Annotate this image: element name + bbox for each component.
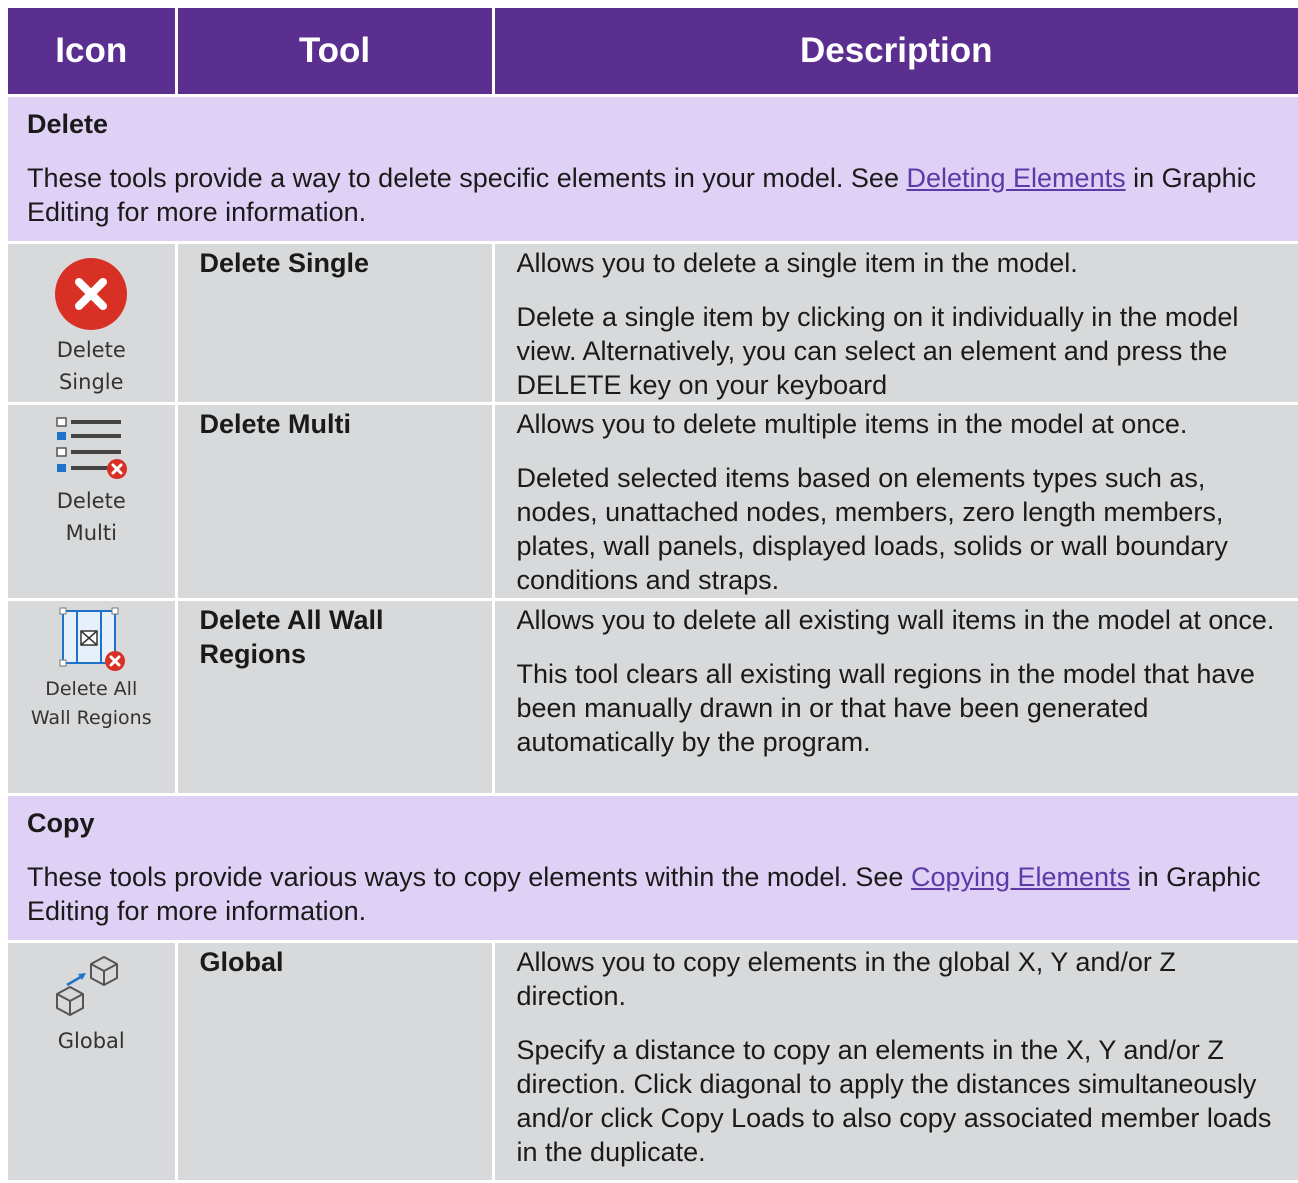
icon-label: Delete Single <box>56 338 126 394</box>
description-summary: Allows you to delete all existing wall i… <box>516 605 1275 635</box>
description-detail: Delete a single item by clicking on it i… <box>516 302 1239 400</box>
description-summary: Allows you to delete multiple items in t… <box>516 409 1188 439</box>
deleting-elements-link[interactable]: Deleting Elements <box>906 163 1125 193</box>
header-tool: Tool <box>176 8 495 97</box>
copying-elements-link[interactable]: Copying Elements <box>911 862 1130 892</box>
delete-wall-regions-tool-icon[interactable]: Delete All Wall Regions <box>8 601 175 733</box>
section-intro: These tools provide a way to delete spec… <box>27 161 1279 229</box>
description-detail: Specify a distance to copy an elements i… <box>516 1035 1272 1167</box>
tool-name: Delete Single <box>176 242 495 405</box>
table-row: Global Global Allows you to copy element… <box>8 941 1298 1183</box>
icon-label: Global <box>57 1029 125 1053</box>
section-delete: Delete These tools provide a way to dele… <box>8 95 1298 244</box>
copy-global-tool-icon[interactable]: Global <box>8 943 175 1057</box>
table-row: Delete Single Delete Single Allows you t… <box>8 242 1298 405</box>
tool-name: Delete All Wall Regions <box>176 599 495 796</box>
header-icon: Icon <box>8 8 178 97</box>
tool-name: Delete Multi <box>176 403 495 601</box>
delete-multi-tool-icon[interactable]: Delete Multi <box>8 405 175 549</box>
table-row: Delete Multi Delete Multi Allows you to … <box>8 403 1298 601</box>
section-title: Delete <box>27 109 109 139</box>
tools-table: Icon Tool Description Delete These tools… <box>8 8 1298 1183</box>
delete-single-icon <box>55 258 128 330</box>
intro-text: These tools provide a way to delete spec… <box>27 163 907 193</box>
icon-label: Delete Multi <box>56 489 126 545</box>
icon-label: Delete All Wall Regions <box>30 678 152 729</box>
copy-global-icon <box>56 956 119 1016</box>
section-intro: These tools provide various ways to copy… <box>27 860 1279 928</box>
delete-multi-icon <box>56 417 128 479</box>
description-detail: Deleted selected items based on elements… <box>516 463 1228 595</box>
delete-single-tool-icon[interactable]: Delete Single <box>8 244 175 398</box>
description-summary: Allows you to delete a single item in th… <box>516 248 1078 278</box>
description-detail: This tool clears all existing wall regio… <box>516 659 1255 757</box>
section-title: Copy <box>27 808 95 838</box>
delete-wall-regions-icon <box>59 607 126 671</box>
intro-text: These tools provide various ways to copy… <box>27 862 911 892</box>
tool-name: Global <box>176 941 495 1183</box>
description-summary: Allows you to copy elements in the globa… <box>516 947 1176 1011</box>
header-description: Description <box>493 8 1298 97</box>
table-row: Delete All Wall Regions Delete All Wall … <box>8 599 1298 796</box>
table-header-row: Icon Tool Description <box>8 8 1298 97</box>
section-copy: Copy These tools provide various ways to… <box>8 794 1298 943</box>
